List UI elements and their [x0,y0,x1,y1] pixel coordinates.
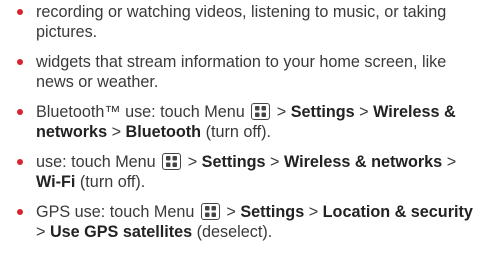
settings-label: Settings [201,153,266,171]
menu-key-icon [162,153,182,170]
document-page: recording or watching videos, listening … [0,0,483,271]
menu-key-icon [200,203,220,220]
bullet-icon [17,9,23,15]
bullet-icon [17,59,23,65]
separator: > [226,203,236,221]
menu-key-icon [251,103,271,120]
settings-label: Settings [240,203,305,221]
separator: > [446,153,457,171]
bullet-icon [17,209,23,215]
item-text: recording or watching videos, listening … [36,3,447,41]
item-suffix: (deselect). [196,223,273,241]
use-gps-satellites-label: Use GPS satellites [49,223,193,241]
wifi-label: Wi-Fi [36,173,76,191]
bullet-icon [17,159,23,165]
item-prefix: use: touch Menu [36,153,156,171]
item-prefix: Bluetooth™ use: touch Menu [36,103,245,121]
settings-label: Settings [290,103,355,121]
location-security-label: Location & security [322,203,473,221]
list-item: widgets that stream information to your … [14,52,479,92]
bluetooth-label: Bluetooth [125,123,202,141]
bullet-icon [17,109,23,115]
list-item: use: touch Menu > Settings > Wireless & … [14,152,479,192]
item-suffix: (turn off). [205,123,271,141]
separator: > [36,223,46,241]
tips-bullet-list: recording or watching videos, listening … [14,2,479,252]
separator: > [276,103,287,121]
separator: > [111,123,122,141]
list-item: GPS use: touch Menu > Settings > Locatio… [14,202,479,242]
wireless-networks-label: Wireless & networks [283,153,443,171]
list-item: Bluetooth™ use: touch Menu > Settings > … [14,102,479,142]
separator: > [308,203,319,221]
separator: > [270,153,280,171]
item-suffix: (turn off). [79,173,146,191]
item-prefix: GPS use: touch Menu [36,203,195,221]
item-text: widgets that stream information to your … [36,53,447,91]
separator: > [359,103,369,121]
list-item: recording or watching videos, listening … [14,2,479,42]
separator: > [187,153,198,171]
